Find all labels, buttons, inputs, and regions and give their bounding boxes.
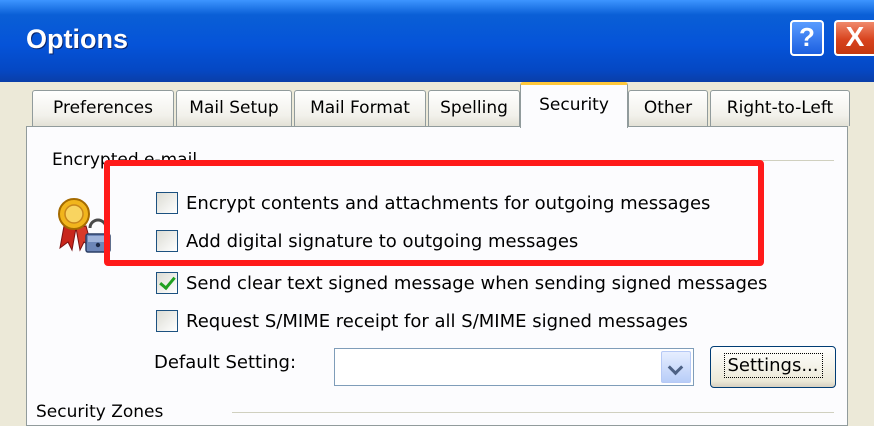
- chevron-down-icon[interactable]: [661, 351, 691, 383]
- send-clear-text-checkbox[interactable]: [156, 272, 178, 294]
- default-setting-dropdown[interactable]: [334, 348, 694, 386]
- window-title: Options: [26, 24, 128, 54]
- tab-spelling[interactable]: Spelling: [428, 90, 520, 126]
- tab-mail-format[interactable]: Mail Format: [294, 90, 426, 126]
- title-bar: Options ? X: [0, 0, 874, 82]
- security-zones-divider: [232, 412, 834, 413]
- tab-security[interactable]: Security: [520, 82, 628, 128]
- send-clear-text-label: Send clear text signed message when send…: [186, 272, 768, 294]
- tab-preferences[interactable]: Preferences: [32, 90, 174, 126]
- tab-mail-setup[interactable]: Mail Setup: [176, 90, 292, 126]
- settings-button-label: Settings...: [723, 353, 823, 378]
- help-button[interactable]: ?: [790, 20, 824, 56]
- tab-other[interactable]: Other: [628, 90, 708, 126]
- settings-button[interactable]: Settings...: [710, 346, 836, 388]
- option-request-smime-receipt[interactable]: Request S/MIME receipt for all S/MIME si…: [156, 308, 688, 334]
- tab-right-to-left[interactable]: Right-to-Left: [710, 90, 850, 126]
- request-smime-receipt-label: Request S/MIME receipt for all S/MIME si…: [186, 310, 688, 332]
- close-button[interactable]: X: [834, 20, 874, 56]
- request-smime-receipt-checkbox[interactable]: [156, 310, 178, 332]
- security-zones-group-label: Security Zones: [30, 402, 170, 422]
- option-send-clear-text[interactable]: Send clear text signed message when send…: [156, 270, 767, 296]
- default-setting-label: Default Setting:: [154, 352, 297, 373]
- highlight-box: [104, 160, 764, 266]
